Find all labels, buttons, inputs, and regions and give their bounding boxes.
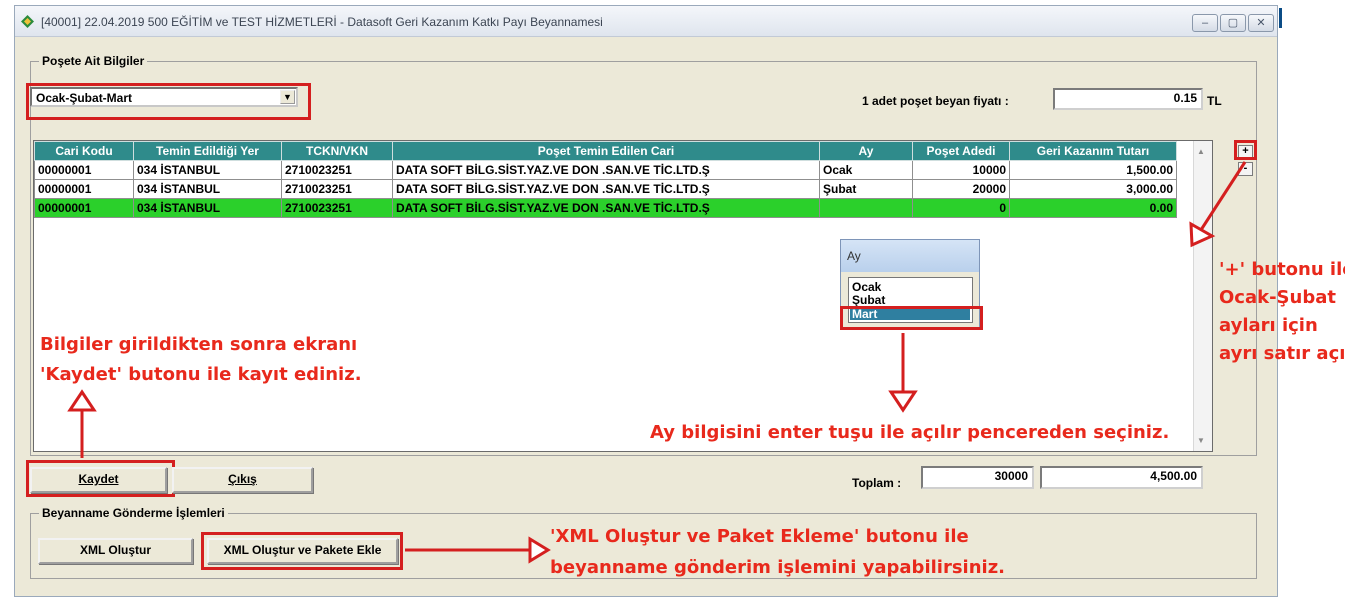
arrow-xml-head (528, 536, 551, 564)
arrow-plus-line (1197, 161, 1247, 234)
annotation-arrows (67, 161, 1247, 564)
arrow-month-head (888, 390, 918, 413)
arrow-save-head (67, 389, 97, 412)
